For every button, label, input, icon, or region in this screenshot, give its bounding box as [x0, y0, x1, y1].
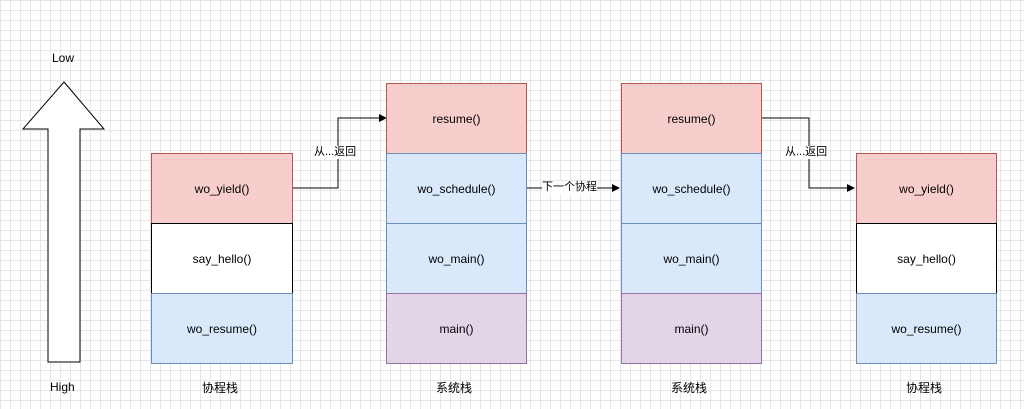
edge-label-return-2: 从...返回: [785, 146, 828, 159]
frame-wo-yield: wo_yield(): [151, 153, 293, 224]
arrow-high-label: High: [50, 380, 75, 394]
frame-wo-resume: wo_resume(): [151, 293, 293, 364]
frame-say-hello: say_hello(): [151, 223, 293, 294]
memory-direction-arrow: [21, 81, 106, 363]
edge-label-next-coroutine: 下一个协程: [542, 181, 597, 194]
stack-caption: 协程栈: [202, 381, 239, 395]
frame-wo-main: wo_main(): [621, 223, 762, 294]
frame-wo-schedule: wo_schedule(): [621, 153, 762, 224]
frame-resume: resume(): [621, 83, 762, 154]
frame-resume: resume(): [386, 83, 527, 154]
frame-wo-resume: wo_resume(): [856, 293, 997, 364]
arrow-low-label: Low: [52, 51, 75, 65]
stack-caption: 系统栈: [436, 381, 473, 395]
stack-caption: 协程栈: [906, 381, 943, 395]
diagram-canvas: Low High wo_yield() say_hello() wo_resum…: [0, 0, 1024, 409]
edge-label-return-1: 从...返回: [314, 146, 357, 159]
frame-wo-yield: wo_yield(): [856, 153, 997, 224]
stack-caption: 系统栈: [671, 381, 708, 395]
frame-main: main(): [621, 293, 762, 364]
frame-main: main(): [386, 293, 527, 364]
frame-wo-schedule: wo_schedule(): [386, 153, 527, 224]
frame-wo-main: wo_main(): [386, 223, 527, 294]
frame-say-hello: say_hello(): [856, 223, 997, 294]
